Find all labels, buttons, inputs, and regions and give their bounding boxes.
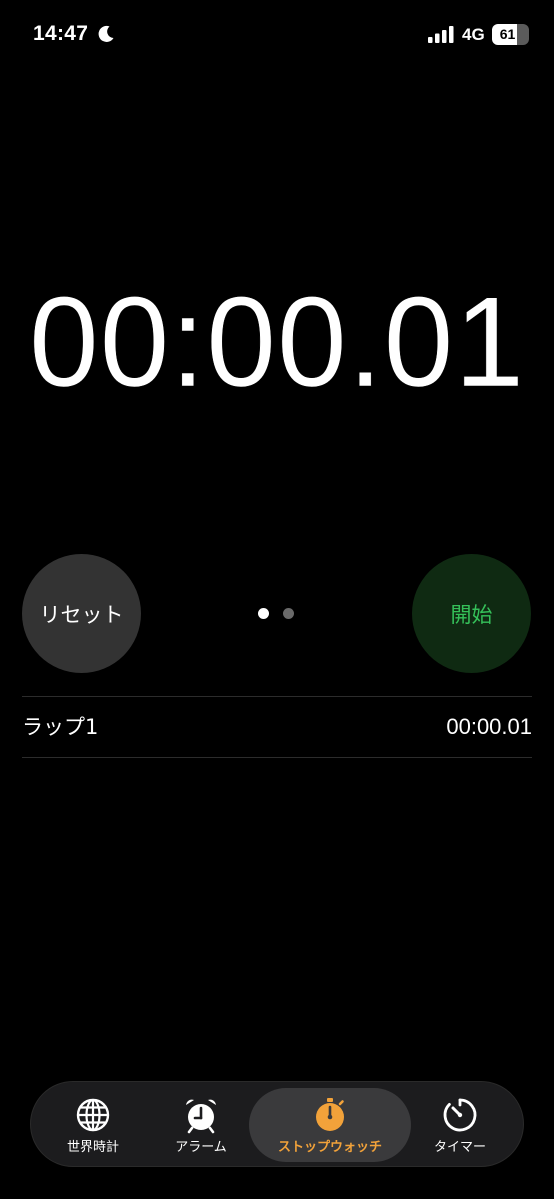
- page-dot-inactive: [283, 608, 294, 619]
- stopwatch-icon: [316, 1098, 344, 1131]
- moon-icon: [98, 25, 114, 42]
- globe-icon: [76, 1098, 110, 1132]
- reset-button-label: リセット: [39, 602, 124, 627]
- stopwatch-display: 00:00.01: [28, 271, 526, 415]
- tab-stopwatch[interactable]: ストップウォッチ: [249, 1088, 411, 1162]
- alarm-clock-icon: [186, 1099, 216, 1134]
- lap-row: ラップ1 00:00.01: [22, 697, 532, 757]
- lap-label: ラップ1: [22, 715, 99, 739]
- network-type: 4G: [462, 25, 485, 44]
- lap-list-divider-bottom: [22, 757, 532, 758]
- tab-label: アラーム: [175, 1140, 227, 1155]
- tab-bar: 世界時計 アラーム ストップウォッチ タイマー: [30, 1081, 524, 1167]
- start-button-label: 開始: [450, 602, 493, 627]
- status-time: 14:47: [33, 22, 89, 45]
- page-dot-active: [258, 608, 269, 619]
- tab-alarm[interactable]: アラーム: [155, 1082, 247, 1166]
- battery-percentage: 61: [499, 26, 516, 42]
- cellular-signal-icon: [428, 26, 454, 43]
- page-indicator[interactable]: [258, 608, 298, 620]
- tab-timer[interactable]: タイマー: [419, 1082, 501, 1166]
- timer-icon: [443, 1098, 477, 1132]
- reset-button[interactable]: リセット: [22, 554, 141, 673]
- start-button[interactable]: 開始: [412, 554, 531, 673]
- tab-world-clock[interactable]: 世界時計: [49, 1082, 137, 1166]
- tab-label: タイマー: [433, 1140, 486, 1155]
- battery-icon: 61: [492, 24, 529, 45]
- lap-time: 00:00.01: [446, 714, 532, 739]
- tab-label: ストップウォッチ: [277, 1140, 382, 1155]
- tab-label: 世界時計: [66, 1140, 119, 1155]
